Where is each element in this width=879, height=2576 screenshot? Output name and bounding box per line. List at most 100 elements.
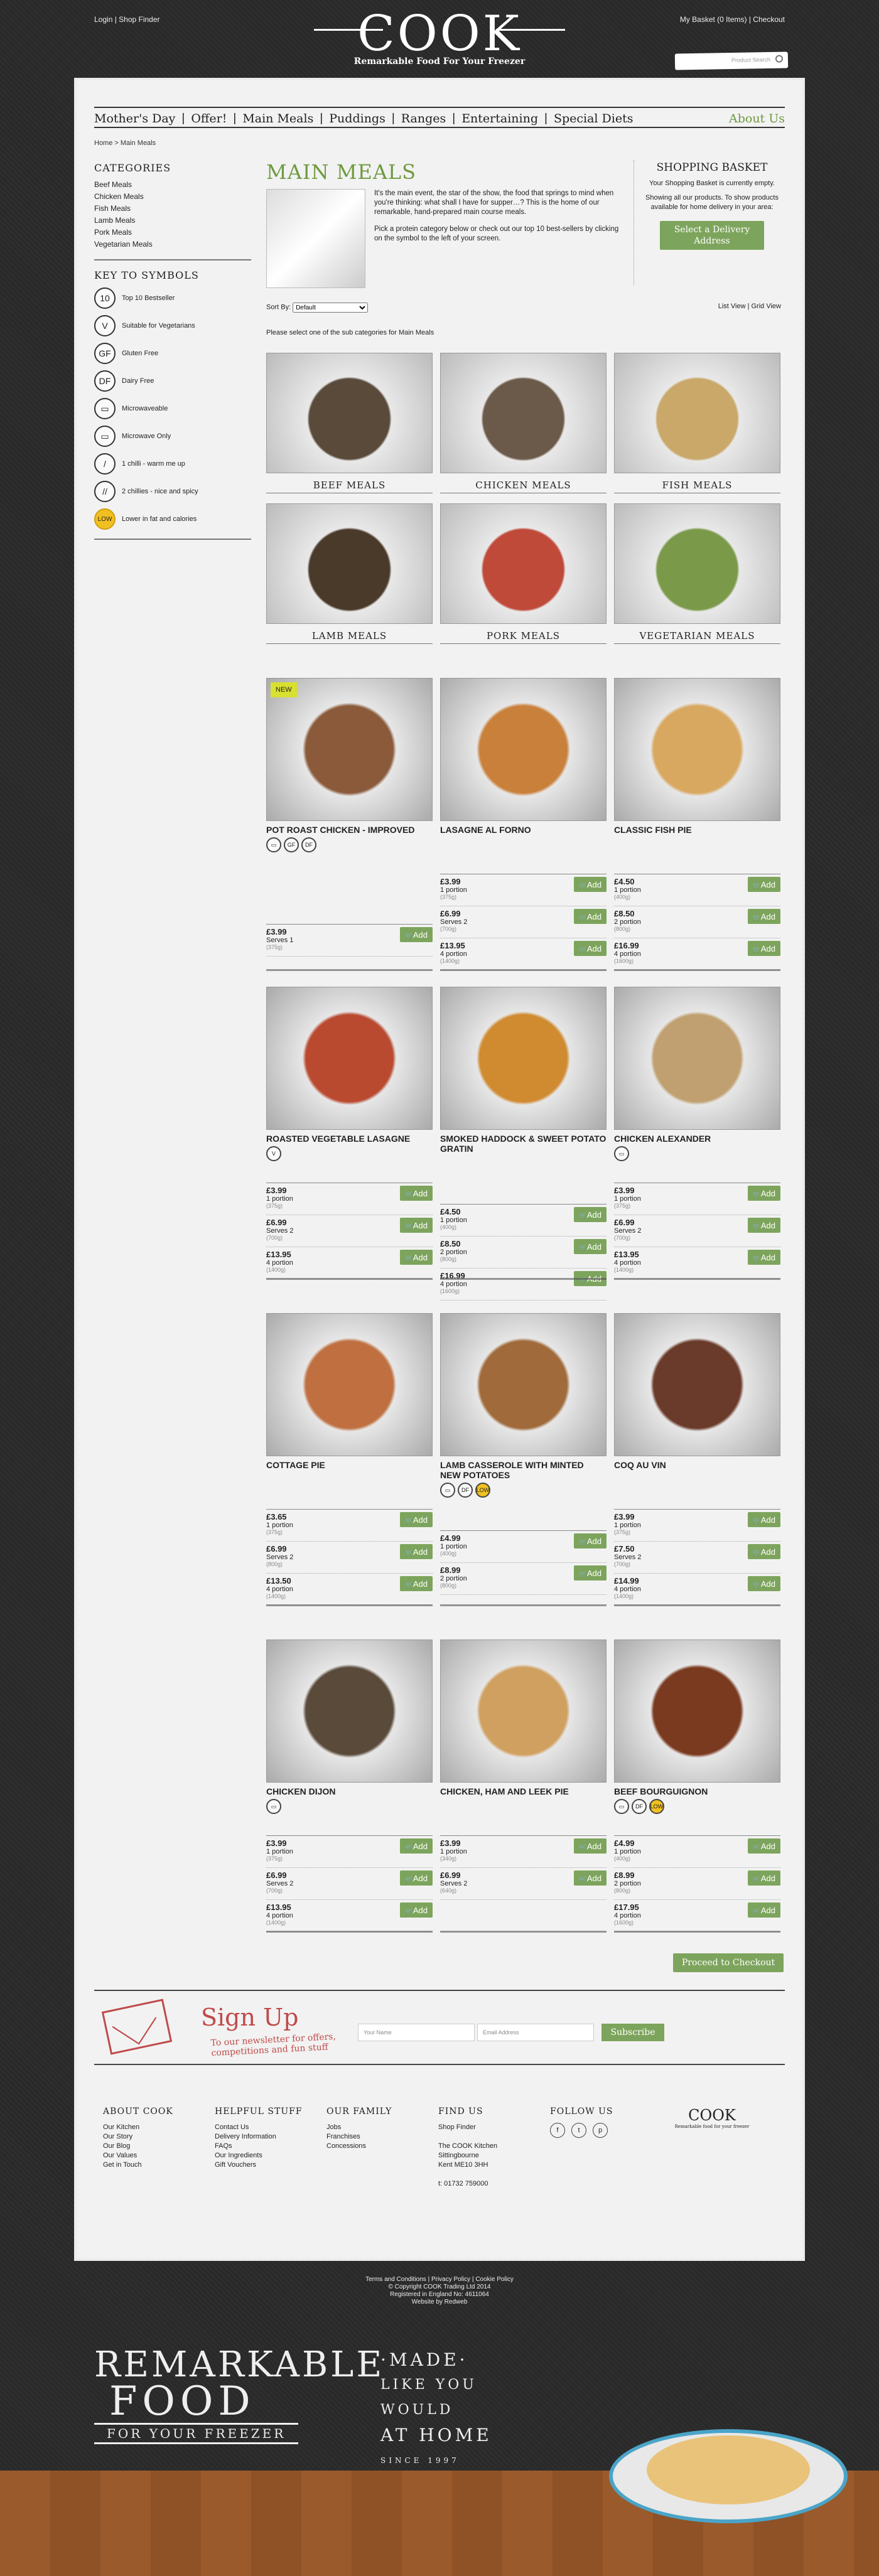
category-image[interactable] [266, 353, 433, 473]
add-to-basket-button[interactable]: Add [400, 1838, 433, 1854]
footer-link[interactable]: t: 01732 759000 [438, 2179, 497, 2189]
email-field[interactable]: Email Address [477, 2024, 594, 2041]
footer-link[interactable]: FAQs [215, 2142, 303, 2151]
facebook-icon[interactable]: f [550, 2123, 565, 2138]
add-to-basket-button[interactable]: Add [748, 1544, 780, 1559]
twitter-icon[interactable]: t [571, 2123, 586, 2138]
category-tile[interactable]: BEEF MEALS [266, 353, 433, 496]
nav-about-us[interactable]: About Us [729, 108, 785, 126]
category-label[interactable]: VEGETARIAN MEALS [614, 630, 780, 644]
symbol-icon[interactable]: / [94, 453, 116, 475]
add-to-basket-button[interactable]: Add [400, 1218, 433, 1233]
category-tile[interactable]: FISH MEALS [614, 353, 780, 496]
product-name[interactable]: CHICKEN ALEXANDER [614, 1134, 780, 1144]
footer-link[interactable]: Our Blog [103, 2142, 173, 2151]
product-image[interactable] [440, 1640, 607, 1783]
nav-entertaining[interactable]: Entertaining [461, 108, 544, 126]
footer-link[interactable]: Our Values [103, 2151, 173, 2160]
add-to-basket-button[interactable]: Add [748, 941, 780, 956]
category-link[interactable]: Beef Meals [94, 179, 251, 191]
product-name[interactable]: LAMB CASSEROLE WITH MINTED NEW POTATOES [440, 1460, 607, 1480]
footer-link[interactable]: Our Kitchen [103, 2123, 173, 2132]
add-to-basket-button[interactable]: Add [748, 1870, 780, 1886]
add-to-basket-button[interactable]: Add [574, 1565, 607, 1580]
add-to-basket-button[interactable]: Add [400, 1870, 433, 1886]
symbol-icon[interactable]: V [94, 315, 116, 336]
product-name[interactable]: LASAGNE AL FORNO [440, 825, 607, 835]
add-to-basket-button[interactable]: Add [400, 1250, 433, 1265]
footer-link[interactable]: Our Story [103, 2132, 173, 2142]
symbol-icon[interactable]: GF [94, 343, 116, 364]
cook-logo[interactable]: COOK Remarkable Food For Your Freezer [314, 9, 565, 67]
product-name[interactable]: SMOKED HADDOCK & SWEET POTATO GRATIN [440, 1134, 607, 1154]
add-to-basket-button[interactable]: Add [748, 1218, 780, 1233]
category-link[interactable]: Pork Meals [94, 227, 251, 239]
add-to-basket-button[interactable]: Add [748, 1186, 780, 1201]
product-name[interactable]: COTTAGE PIE [266, 1460, 433, 1470]
product-image[interactable] [266, 1640, 433, 1783]
nav-main-meals[interactable]: Main Meals [242, 108, 320, 126]
footer-link[interactable]: Franchises [326, 2132, 392, 2142]
footer-link[interactable]: The COOK Kitchen [438, 2142, 497, 2151]
nav-offer[interactable]: Offer! [191, 108, 233, 126]
add-to-basket-button[interactable]: Add [574, 941, 607, 956]
category-label[interactable]: FISH MEALS [614, 480, 780, 493]
pinterest-icon[interactable]: p [593, 2123, 608, 2138]
footer-link[interactable]: Jobs [326, 2123, 392, 2132]
category-image[interactable] [614, 503, 780, 624]
proceed-to-checkout-button[interactable]: Proceed to Checkout [673, 1953, 784, 1972]
search-input[interactable]: Product Search [674, 51, 789, 70]
add-to-basket-button[interactable]: Add [400, 1902, 433, 1918]
product-image[interactable] [614, 1640, 780, 1783]
add-to-basket-button[interactable]: Add [748, 877, 780, 892]
symbol-icon[interactable]: 10 [94, 287, 116, 309]
add-to-basket-button[interactable]: Add [748, 1250, 780, 1265]
add-to-basket-button[interactable]: Add [748, 1512, 780, 1527]
add-to-basket-button[interactable]: Add [748, 909, 780, 924]
product-name[interactable]: BEEF BOURGUIGNON [614, 1786, 780, 1796]
product-image[interactable] [440, 1313, 607, 1456]
nav-puddings[interactable]: Puddings [329, 108, 392, 126]
footer-link[interactable]: Gift Vouchers [215, 2160, 303, 2170]
product-image[interactable]: NEW [266, 678, 433, 821]
product-image[interactable] [266, 987, 433, 1130]
add-to-basket-button[interactable]: Add [574, 1870, 607, 1886]
footer-link[interactable]: Sittingbourne [438, 2151, 497, 2160]
category-label[interactable]: BEEF MEALS [266, 480, 433, 493]
symbol-icon[interactable]: DF [94, 370, 116, 392]
symbol-icon[interactable]: ▭ [94, 398, 116, 419]
product-image[interactable] [266, 1313, 433, 1456]
category-tile[interactable]: LAMB MEALS [266, 503, 433, 647]
basket-checkout-links[interactable]: My Basket (0 Items) | Checkout [680, 15, 785, 24]
add-to-basket-button[interactable]: Add [748, 1576, 780, 1591]
product-image[interactable] [614, 678, 780, 821]
footer-link[interactable]: Kent ME10 3HH [438, 2160, 497, 2170]
footer-link[interactable]: Shop Finder [438, 2123, 497, 2132]
name-field[interactable]: Your Name [358, 2024, 475, 2041]
footer-logo[interactable]: COOK Remarkable food for your freezer [674, 2106, 750, 2129]
footer-link[interactable]: Get in Touch [103, 2160, 173, 2170]
symbol-icon[interactable]: // [94, 481, 116, 502]
add-to-basket-button[interactable]: Add [574, 877, 607, 892]
add-to-basket-button[interactable]: Add [574, 1207, 607, 1222]
add-to-basket-button[interactable]: Add [748, 1838, 780, 1854]
add-to-basket-button[interactable]: Add [400, 1186, 433, 1201]
breadcrumb[interactable]: Home > Main Meals [94, 139, 156, 147]
footer-link[interactable]: Delivery Information [215, 2132, 303, 2142]
subscribe-button[interactable]: Subscribe [601, 2024, 664, 2041]
category-tile[interactable]: PORK MEALS [440, 503, 607, 647]
add-to-basket-button[interactable]: Add [400, 1544, 433, 1559]
category-link[interactable]: Fish Meals [94, 203, 251, 215]
nav-special-diets[interactable]: Special Diets [554, 108, 640, 126]
product-name[interactable]: CLASSIC FISH PIE [614, 825, 780, 835]
category-label[interactable]: PORK MEALS [440, 630, 607, 644]
view-toggle[interactable]: List View | Grid View [718, 303, 781, 310]
category-image[interactable] [614, 353, 780, 473]
symbol-icon[interactable]: ▭ [94, 426, 116, 447]
product-name[interactable]: CHICKEN DIJON [266, 1786, 433, 1796]
add-to-basket-button[interactable]: Add [400, 1576, 433, 1591]
login-shopfinder-links[interactable]: Login | Shop Finder [94, 15, 160, 24]
select-delivery-address-button[interactable]: Select a Delivery Address [660, 221, 764, 250]
footer-link[interactable]: Contact Us [215, 2123, 303, 2132]
category-tile[interactable]: CHICKEN MEALS [440, 353, 607, 496]
